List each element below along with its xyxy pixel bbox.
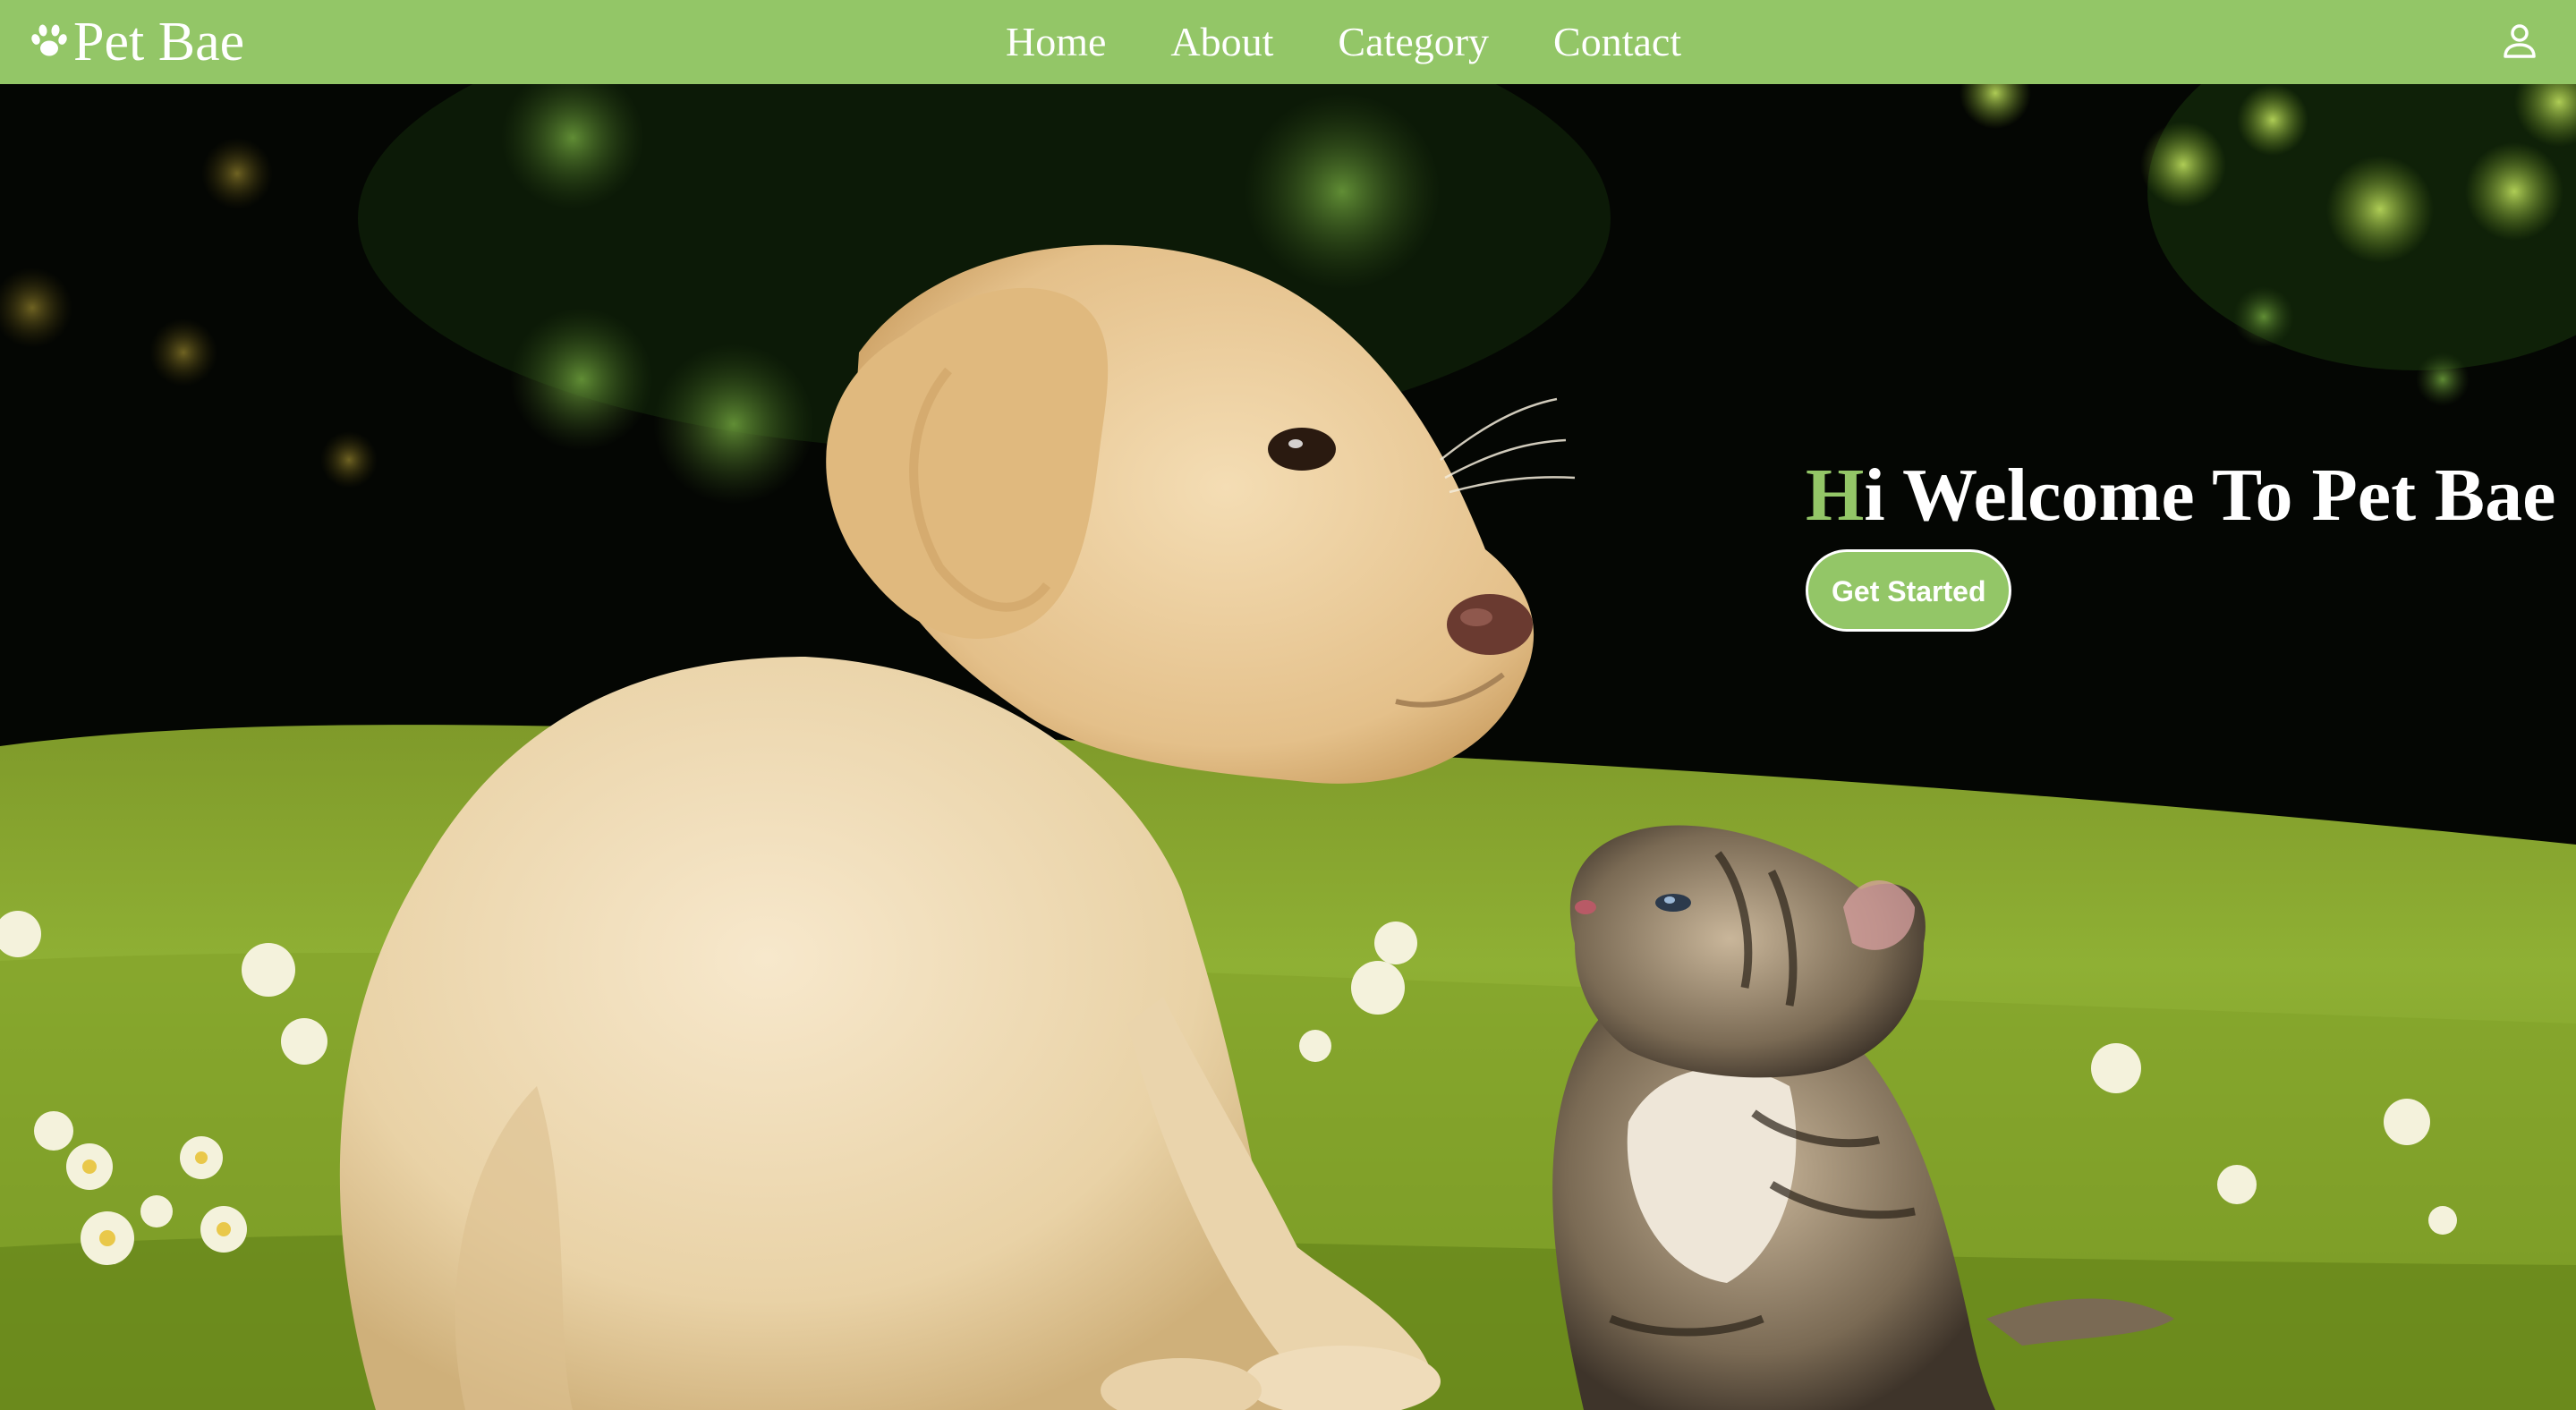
brand-name: Pet Bae [73, 12, 245, 72]
nav-link-home[interactable]: Home [1006, 21, 1106, 63]
hero-content: Hi Welcome To Pet Bae Get Started [1806, 454, 2555, 633]
main-nav: Home About Category Contact [1006, 0, 1681, 84]
hero-photo-puppy-and-kitten [0, 84, 2576, 1410]
brand-logo-link[interactable]: Pet Bae [30, 9, 244, 75]
hero-section: Hi Welcome To Pet Bae Get Started [0, 84, 2576, 1410]
nav-link-category[interactable]: Category [1338, 21, 1489, 63]
hero-heading: Hi Welcome To Pet Bae [1806, 454, 2555, 537]
user-account-button[interactable] [2499, 21, 2540, 62]
hero-heading-accent: H [1806, 454, 1865, 537]
paw-icon [30, 23, 68, 61]
nav-link-contact[interactable]: Contact [1553, 21, 1681, 63]
nav-link-about[interactable]: About [1170, 21, 1273, 63]
user-icon [2499, 21, 2540, 62]
get-started-button[interactable]: Get Started [1806, 549, 2012, 633]
top-navbar: Pet Bae Home About Category Contact [0, 0, 2576, 84]
hero-heading-rest: i Welcome To Pet Bae [1864, 454, 2556, 537]
